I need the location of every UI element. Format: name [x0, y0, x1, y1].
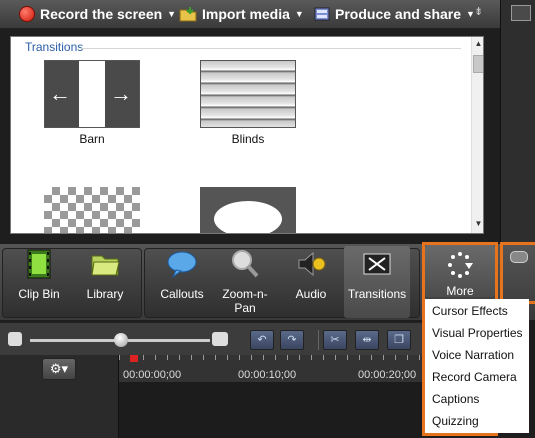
tab-callouts-label: Callouts: [160, 287, 204, 301]
split-button[interactable]: ⇹: [355, 330, 379, 350]
zoom-in-icon[interactable]: [212, 332, 228, 346]
menu-item-visual-properties[interactable]: Visual Properties: [432, 326, 532, 340]
magnifier-icon: [232, 250, 259, 278]
speaker-icon: [298, 251, 326, 277]
tab-library[interactable]: Library: [70, 248, 140, 301]
zoom-out-icon[interactable]: [8, 332, 22, 346]
tab-zoom-n-pan-label: Zoom-n- Pan: [222, 287, 268, 315]
toolbar-divider: [318, 330, 319, 350]
import-media-label: Import media: [202, 6, 290, 22]
transition-blinds-label: Blinds: [231, 132, 265, 146]
tab-zoom-n-pan[interactable]: Zoom-n- Pan: [210, 248, 280, 315]
tab-clip-bin-label: Clip Bin: [18, 287, 60, 301]
menu-item-voice-narration[interactable]: Voice Narration: [432, 348, 532, 362]
copy-button[interactable]: ❐: [387, 330, 411, 350]
produce-share-label: Produce and share: [335, 6, 462, 22]
import-folder-icon: [179, 7, 197, 22]
panel-title: Transitions: [25, 40, 84, 54]
folder-icon: [91, 255, 120, 276]
tab-transitions-label: Transitions: [347, 287, 407, 301]
scroll-down-icon[interactable]: ▼: [472, 219, 483, 228]
menu-item-captions[interactable]: Captions: [432, 392, 532, 406]
chevron-down-icon: ▼: [167, 9, 177, 19]
pane-toggle-icon[interactable]: [510, 251, 528, 263]
transition-barn-label: Barn: [79, 132, 105, 146]
chevron-down-icon: ▼: [294, 9, 304, 19]
transition-checker-thumbnail[interactable]: [44, 187, 140, 233]
undo-button[interactable]: ↶: [250, 330, 274, 350]
restore-window-icon[interactable]: [511, 5, 531, 21]
arrow-left-icon: ←: [49, 81, 71, 106]
speech-bubble-icon: [167, 251, 197, 279]
ruler-label: 00:00:20;00: [358, 369, 417, 381]
menu-item-cursor-effects[interactable]: Cursor Effects: [432, 304, 532, 318]
tab-audio[interactable]: Audio: [276, 248, 346, 301]
transitions-panel: Transitions ← → Barn Blinds ▲ ▼: [10, 36, 484, 234]
timeline-settings-button[interactable]: ⚙▾: [42, 358, 76, 380]
tab-audio-label: Audio: [295, 287, 327, 301]
tab-callouts[interactable]: Callouts: [147, 248, 217, 301]
record-screen-button[interactable]: Record the screen ▼: [19, 3, 176, 25]
transitions-icon: [363, 253, 391, 275]
record-icon: [19, 6, 35, 22]
ruler-label: 00:00:00;00: [123, 369, 182, 381]
import-media-button[interactable]: Import media ▼: [179, 3, 304, 25]
scroll-up-icon[interactable]: ▲: [472, 39, 483, 48]
film-icon: [27, 249, 51, 279]
playhead-marker[interactable]: [130, 355, 138, 362]
cut-button[interactable]: ✂: [323, 330, 347, 350]
redo-button[interactable]: ↷: [280, 330, 304, 350]
more-dropdown-menu: Cursor Effects Visual Properties Voice N…: [425, 299, 529, 433]
tab-clip-bin[interactable]: Clip Bin: [4, 248, 74, 301]
right-pane-strip: [500, 0, 535, 244]
menu-item-record-camera[interactable]: Record Camera: [432, 370, 532, 384]
timeline-track-area[interactable]: [119, 382, 422, 438]
menu-item-quizzing[interactable]: Quizzing: [432, 414, 532, 428]
scroll-thumb[interactable]: [473, 55, 483, 73]
record-screen-label: Record the screen: [40, 6, 163, 22]
transition-barn-thumbnail[interactable]: ← →: [44, 60, 140, 128]
main-toolbar: Record the screen ▼ Import media ▼ Produ…: [0, 0, 500, 29]
panel-scrollbar[interactable]: ▲ ▼: [471, 37, 483, 233]
produce-share-button[interactable]: Produce and share ▼: [314, 3, 475, 25]
arrow-right-icon: →: [110, 81, 132, 106]
ruler-label: 00:00:10;00: [238, 369, 297, 381]
tab-library-label: Library: [86, 287, 124, 301]
toolbar-overflow-icon[interactable]: ⇟: [474, 5, 483, 18]
transition-iris-thumbnail[interactable]: [200, 187, 296, 233]
produce-icon: [314, 7, 330, 21]
title-divider: [81, 48, 461, 49]
transition-blinds-thumbnail[interactable]: [200, 60, 296, 128]
zoom-slider-handle[interactable]: [114, 333, 128, 347]
tab-transitions[interactable]: Transitions: [342, 248, 412, 301]
